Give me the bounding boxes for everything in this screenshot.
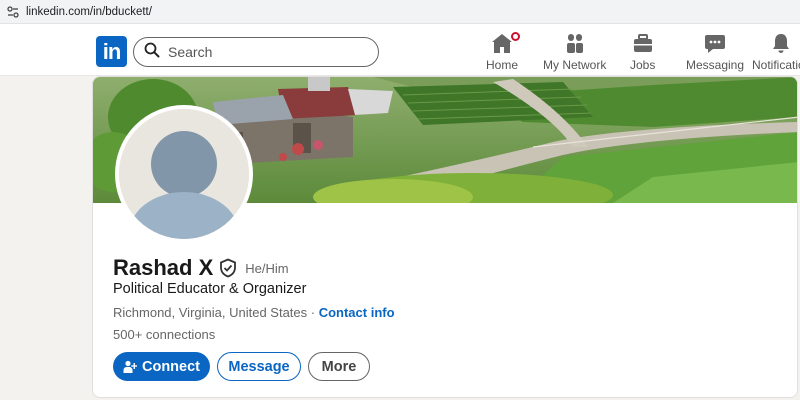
nav-label: Home <box>486 58 519 72</box>
contact-info-link[interactable]: Contact info <box>319 305 395 320</box>
url-text[interactable]: linkedin.com/in/bduckett/ <box>26 6 152 18</box>
connect-label: Connect <box>142 358 200 375</box>
profile-location: Richmond, Virginia, United States <box>113 305 308 320</box>
profile-avatar[interactable] <box>115 105 253 243</box>
add-person-icon <box>123 360 137 374</box>
nav-notifications[interactable]: Notifications <box>752 32 800 72</box>
profile-headline: Political Educator & Organizer <box>113 281 307 297</box>
location-row: Richmond, Virginia, United States · Cont… <box>113 305 395 320</box>
profile-card: Rashad X He/Him Political Educator & Org… <box>92 76 798 398</box>
search-icon <box>144 42 160 63</box>
search-input[interactable] <box>168 44 358 60</box>
network-icon <box>563 32 587 54</box>
briefcase-icon <box>631 32 655 54</box>
messaging-icon <box>703 32 727 54</box>
connect-button[interactable]: Connect <box>113 352 210 381</box>
more-button[interactable]: More <box>308 352 370 381</box>
site-settings-icon[interactable] <box>0 5 26 19</box>
nav-label: Jobs <box>630 58 656 72</box>
name-row: Rashad X He/Him <box>113 255 289 281</box>
search-box[interactable] <box>133 37 379 67</box>
verified-shield-icon[interactable] <box>219 258 237 278</box>
home-icon <box>490 30 522 54</box>
profile-pronouns: He/Him <box>245 260 289 276</box>
linkedin-logo[interactable]: in <box>96 36 127 67</box>
browser-url-bar[interactable]: linkedin.com/in/bduckett/ <box>0 0 800 24</box>
nav-jobs[interactable]: Jobs <box>630 32 655 72</box>
separator-dot: · <box>307 305 319 320</box>
notification-badge <box>509 30 522 43</box>
connections-count[interactable]: 500+ connections <box>113 327 215 342</box>
nav-messaging[interactable]: Messaging <box>686 32 744 72</box>
nav-label: Notifications <box>752 58 800 72</box>
bell-icon <box>752 32 800 54</box>
nav-label: Messaging <box>686 58 745 72</box>
nav-home[interactable]: Home <box>486 30 522 72</box>
nav-label: My Network <box>543 58 607 72</box>
top-nav: in Home My Network <box>0 24 800 76</box>
message-button[interactable]: Message <box>217 352 301 381</box>
profile-name: Rashad X <box>113 255 214 280</box>
nav-my-network[interactable]: My Network <box>543 32 606 72</box>
